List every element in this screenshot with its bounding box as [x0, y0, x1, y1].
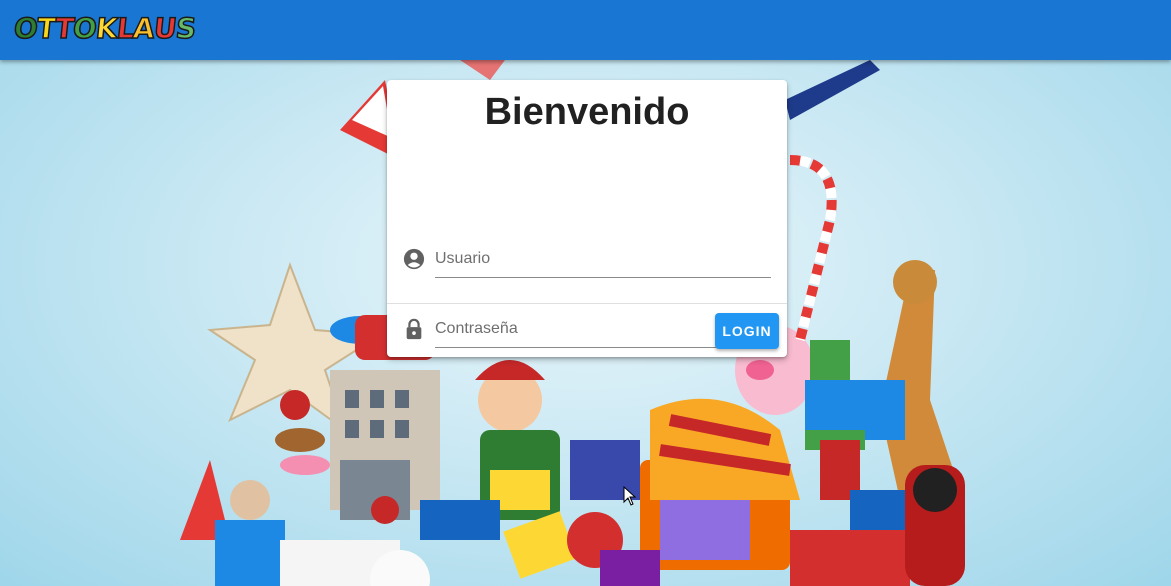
- app-bar: OTTOKLAUS: [0, 0, 1171, 60]
- lock-icon: [403, 318, 425, 340]
- mouse-cursor-icon: [623, 486, 637, 506]
- welcome-title: Bienvenido: [484, 91, 690, 133]
- card-divider: [387, 303, 787, 304]
- username-underline: [435, 277, 771, 278]
- logo-letter: S: [173, 11, 197, 46]
- ottoklaus-logo[interactable]: OTTOKLAUS: [12, 11, 198, 46]
- account-circle-icon: [403, 248, 425, 270]
- login-card: Bienvenido Usuario LOGIN: [387, 80, 787, 357]
- logo-letter: O: [12, 11, 40, 46]
- username-field: [403, 240, 771, 280]
- login-button[interactable]: LOGIN: [715, 313, 779, 349]
- username-input[interactable]: [435, 246, 769, 272]
